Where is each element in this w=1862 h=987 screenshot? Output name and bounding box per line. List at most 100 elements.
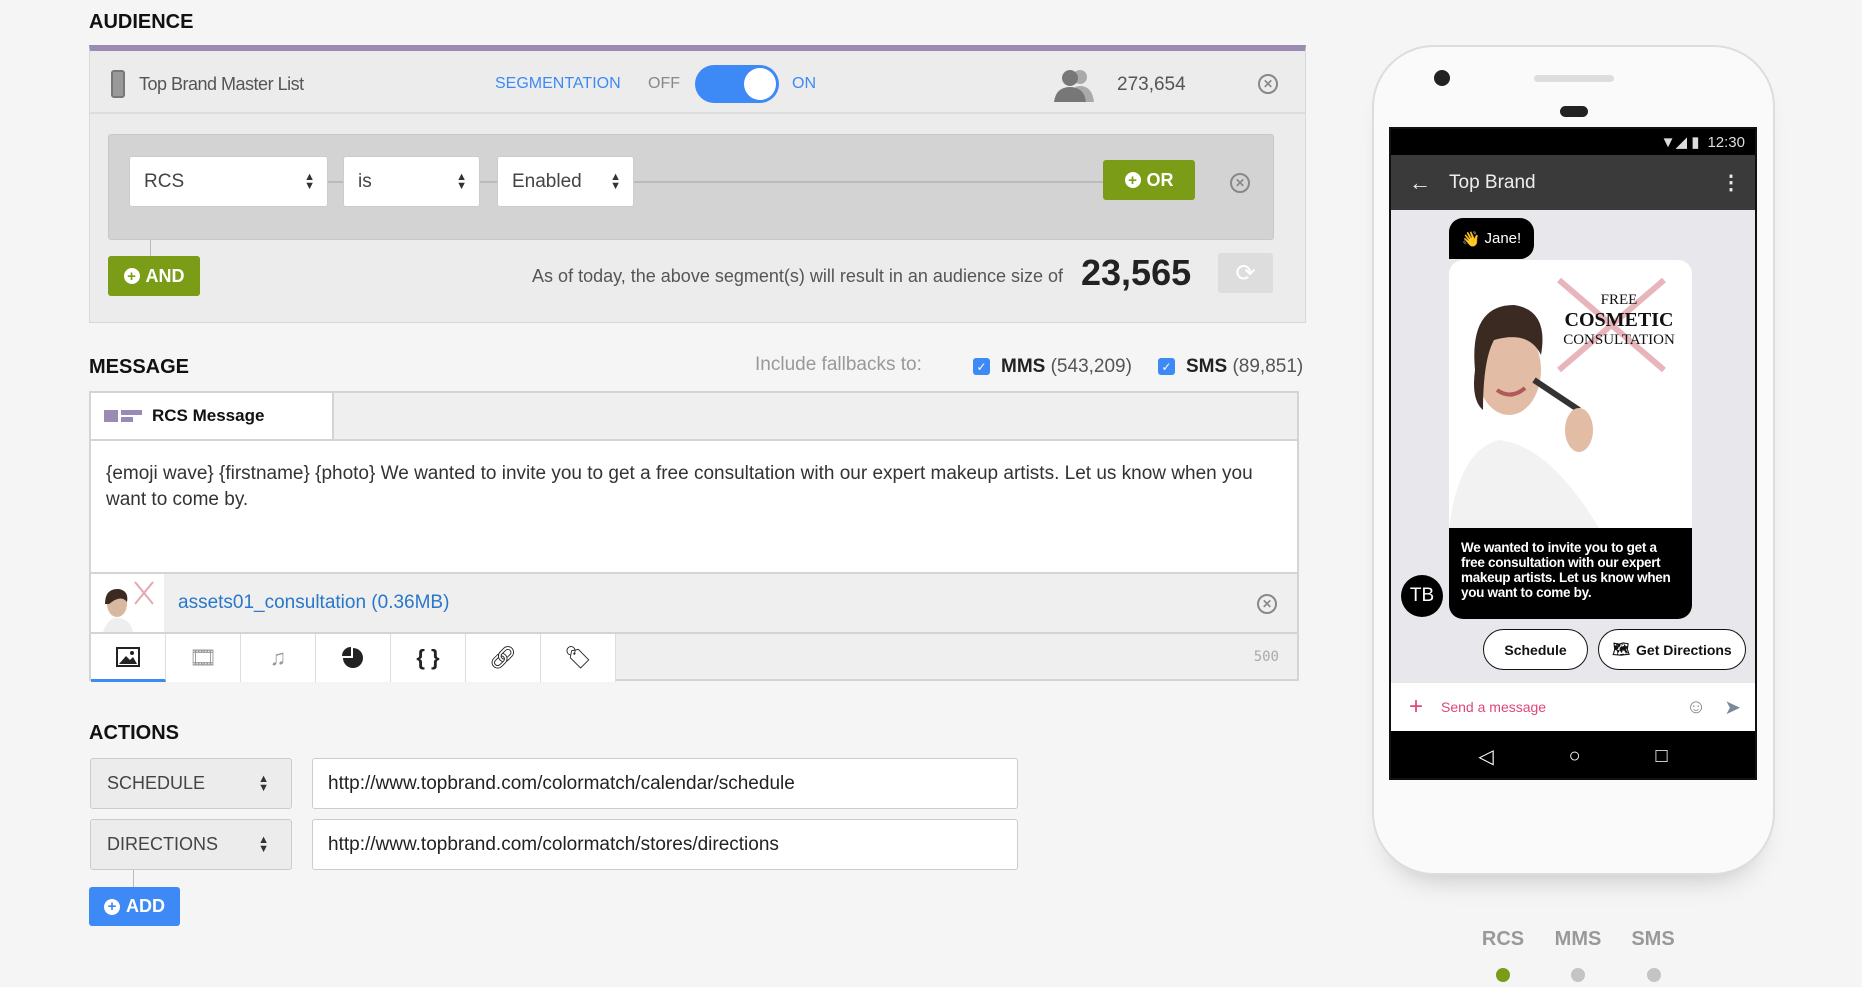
preview-dot-rcs[interactable]	[1496, 968, 1510, 982]
sms-label: SMS	[1186, 356, 1228, 377]
sensor	[1560, 106, 1588, 117]
toggle-on-label: ON	[792, 75, 816, 92]
audience-summary: As of today, the above segment(s) will r…	[532, 266, 1063, 286]
remove-attachment-icon[interactable]: ✕	[1257, 594, 1277, 614]
message-title: MESSAGE	[89, 356, 190, 378]
status-bar: ▼◢ ▮ 12:30	[1391, 129, 1755, 155]
select-arrows-icon: ▲ ▼	[258, 833, 269, 855]
phone-icon	[111, 70, 125, 98]
sms-fallback: SMS (89,851)	[1186, 356, 1303, 378]
message-input[interactable]: Send a message	[1441, 699, 1546, 715]
emoji-icon[interactable]: ☺	[1686, 696, 1706, 719]
chip-label: Schedule	[1504, 641, 1567, 658]
message-body-textarea[interactable]: {emoji wave} {firstname} {photo} We want…	[91, 439, 1297, 572]
nav-recents-icon[interactable]: □	[1655, 745, 1667, 768]
select-arrows-icon: ▲ ▼	[304, 170, 315, 192]
segment-operator-select[interactable]: is ▲ ▼	[343, 156, 480, 207]
preview-dot-sms[interactable]	[1647, 968, 1661, 982]
plus-icon: +	[104, 898, 120, 915]
brand-name: Top Brand	[1449, 171, 1536, 193]
wave-emoji-icon: 👋	[1461, 230, 1481, 248]
plus-icon: +	[123, 268, 140, 284]
tab-label: RCS Message	[152, 406, 265, 425]
map-pin-icon: 🗺︎	[1612, 641, 1631, 657]
image-tool-button[interactable]	[91, 634, 166, 682]
greeting-bubble: 👋 Jane!	[1449, 218, 1534, 259]
app-bar: ← Top Brand ⋮	[1391, 155, 1755, 210]
action-type-value: DIRECTIONS	[107, 834, 219, 854]
field-value: RCS	[144, 170, 185, 192]
more-vert-icon[interactable]: ⋮	[1721, 170, 1741, 195]
sms-count: (89,851)	[1232, 356, 1304, 377]
char-count: 500	[1253, 649, 1279, 665]
action-url-input[interactable]: http://www.topbrand.com/colormatch/store…	[312, 819, 1018, 870]
rcs-card-icon	[104, 410, 142, 422]
or-label: OR	[1146, 169, 1174, 190]
toggle-off-label: OFF	[648, 75, 680, 92]
segmentation-label: SEGMENTATION	[495, 75, 621, 92]
action-type-value: SCHEDULE	[107, 773, 206, 793]
camera-icon	[1434, 70, 1450, 86]
card-text: We wanted to invite you to get a free co…	[1449, 528, 1692, 619]
back-arrow-icon[interactable]: ←	[1409, 170, 1431, 196]
chart-tool-button[interactable]	[316, 634, 391, 682]
mms-fallback: MMS (543,209)	[1001, 356, 1132, 378]
nav-bar: ◁ ○ □	[1391, 731, 1755, 778]
segment-value-select[interactable]: Enabled ▲ ▼	[497, 156, 634, 207]
actions-title: ACTIONS	[89, 722, 179, 744]
audience-size: 23,565	[1081, 252, 1192, 293]
preview-dot-mms[interactable]	[1571, 968, 1585, 982]
action-type-select[interactable]: SCHEDULE ▲ ▼	[90, 758, 292, 809]
send-icon[interactable]: ➤	[1724, 695, 1741, 720]
link-tool-button[interactable]: 🔗︎	[466, 634, 541, 682]
preview-tab-sms[interactable]: SMS	[1613, 928, 1693, 951]
rich-card[interactable]: FREE COSMETIC CONSULTATION We wanted to …	[1449, 260, 1692, 619]
tab-rcs-message[interactable]: RCS Message	[91, 393, 334, 439]
pie-chart-icon	[342, 647, 363, 668]
select-arrows-icon: ▲ ▼	[610, 170, 621, 192]
preview-tabs: RCS MMS SMS	[1463, 928, 1693, 951]
users-icon	[1054, 70, 1094, 102]
braces-icon: { }	[416, 645, 440, 670]
audience-title: AUDIENCE	[89, 11, 194, 33]
connector-line	[150, 240, 151, 256]
video-tool-button[interactable]: 🎞︎	[166, 634, 241, 682]
mms-checkbox[interactable]: ✓	[973, 358, 990, 375]
segmentation-toggle[interactable]	[695, 65, 779, 103]
preview-tab-mms[interactable]: MMS	[1538, 928, 1618, 951]
variable-tool-button[interactable]: { }	[391, 634, 466, 682]
card-image-text: FREE COSMETIC CONSULTATION	[1549, 290, 1689, 350]
segment-field-select[interactable]: RCS ▲ ▼	[129, 156, 328, 207]
action-url-input[interactable]: http://www.topbrand.com/colormatch/calen…	[312, 758, 1018, 809]
refresh-icon: ⟳	[1235, 259, 1256, 287]
toggle-knob	[744, 68, 776, 100]
nav-home-icon[interactable]: ○	[1569, 745, 1581, 768]
add-label: ADD	[126, 896, 165, 916]
link-icon: 🔗︎	[489, 645, 517, 670]
audio-tool-button[interactable]: ♫	[241, 634, 316, 682]
image-text-line3: CONSULTATION	[1563, 332, 1675, 348]
remove-list-icon[interactable]: ✕	[1258, 74, 1278, 94]
schedule-chip[interactable]: Schedule	[1483, 629, 1588, 670]
remove-segment-icon[interactable]: ✕	[1230, 173, 1250, 193]
and-button[interactable]: + AND	[108, 256, 200, 296]
image-text-line1: FREE	[1600, 292, 1638, 308]
sms-checkbox[interactable]: ✓	[1158, 358, 1175, 375]
action-type-select[interactable]: DIRECTIONS ▲ ▼	[90, 819, 292, 870]
plus-icon[interactable]: +	[1409, 693, 1423, 721]
tag-tool-button[interactable]: 🏷︎	[541, 634, 616, 682]
preview-tab-rcs[interactable]: RCS	[1463, 928, 1543, 951]
add-action-button[interactable]: + ADD	[89, 887, 180, 926]
attachment-thumbnail	[91, 574, 164, 632]
attachment-link[interactable]: assets01_consultation (0.36MB)	[178, 592, 449, 614]
list-name: Top Brand Master List	[139, 74, 304, 94]
speaker-grille	[1534, 75, 1614, 82]
nav-back-icon[interactable]: ◁	[1478, 744, 1493, 769]
signal-icon: ▼◢ ▮	[1660, 134, 1700, 151]
chip-label: Get Directions	[1636, 641, 1732, 658]
get-directions-chip[interactable]: 🗺︎ Get Directions	[1598, 629, 1746, 670]
refresh-button[interactable]: ⟳	[1218, 253, 1273, 293]
music-icon: ♫	[269, 645, 287, 670]
greeting-text: Jane!	[1484, 230, 1522, 247]
or-button[interactable]: + OR	[1103, 160, 1195, 200]
